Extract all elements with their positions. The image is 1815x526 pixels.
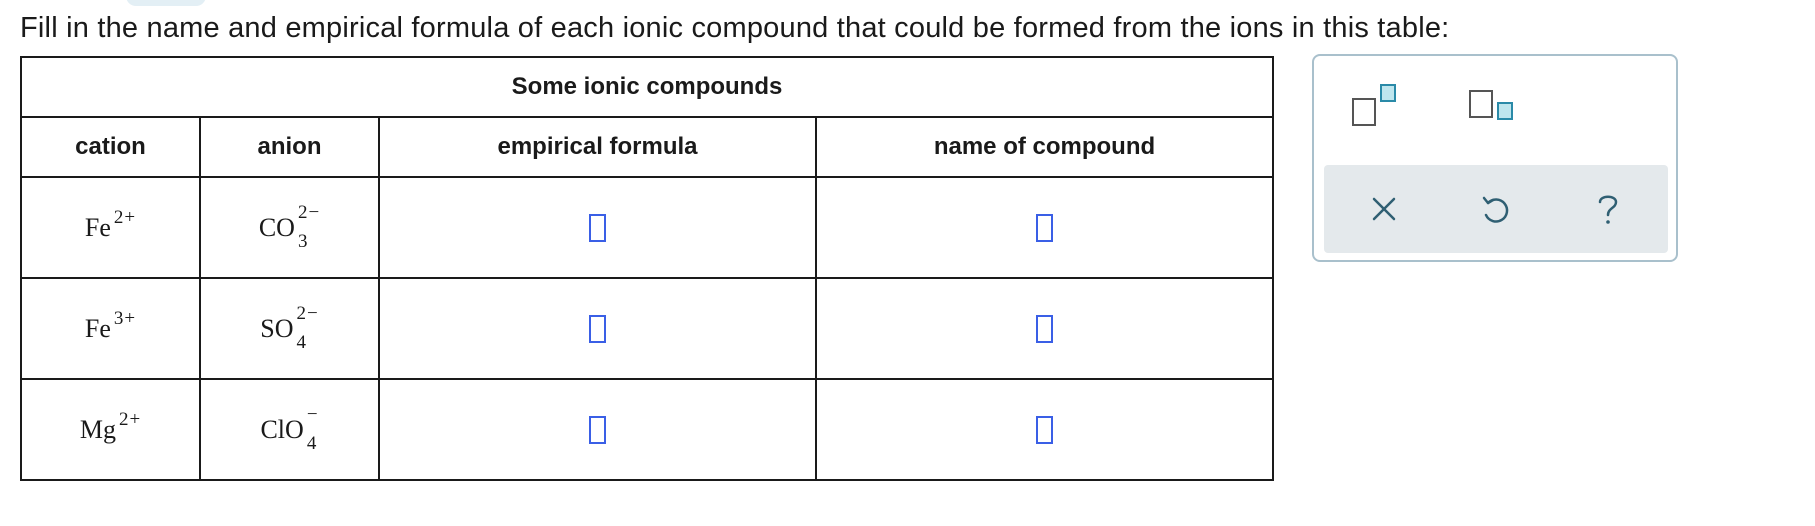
ion-charge: 2− (297, 201, 321, 223)
clear-button[interactable] (1362, 187, 1406, 231)
ion-charge: 3+ (113, 308, 137, 329)
ion-symbol: Mg (79, 414, 116, 444)
subscript-marker-icon (1497, 102, 1513, 120)
ion-symbol: SO (260, 313, 294, 343)
empirical-formula-cell (378, 176, 817, 279)
compound-name-cell (814, 277, 1275, 380)
table-row: Fe 2+ CO 2− 3 (20, 176, 1275, 279)
ion-charge: − (306, 403, 319, 425)
ionic-compounds-table: Some ionic compounds cation anion empiri… (19, 56, 1275, 481)
column-header-empirical-formula: empirical formula (378, 116, 817, 178)
anion-cell: CO 2− 3 (199, 176, 380, 279)
ion-symbol: Fe (84, 212, 111, 242)
ion-symbol: Fe (84, 313, 111, 343)
question-icon (1598, 195, 1618, 224)
table-row: Mg 2+ ClO − 4 (20, 378, 1275, 481)
anion-perchlorate: ClO − 4 (260, 405, 318, 453)
anion-cell: SO 2− 4 (199, 277, 380, 380)
ion-symbol: CO (258, 212, 295, 242)
ion-subscript: 3 (297, 230, 308, 252)
superscript-box-icon (1352, 98, 1376, 126)
column-header-name-of-compound: name of compound (814, 116, 1275, 178)
compound-name-input[interactable] (1036, 314, 1053, 343)
anion-cell: ClO − 4 (199, 378, 380, 481)
x-icon (1372, 197, 1396, 221)
subscript-box-icon (1469, 90, 1493, 118)
header-tab-fragment (126, 0, 206, 6)
compound-name-input[interactable] (1036, 415, 1053, 444)
cation-mg2: Mg 2+ (79, 410, 141, 445)
compound-name-cell (814, 176, 1275, 279)
help-button[interactable] (1586, 187, 1630, 231)
formula-toolbar (1312, 54, 1678, 262)
cation-fe3: Fe 3+ (84, 309, 136, 344)
cation-fe2: Fe 2+ (84, 208, 136, 243)
anion-carbonate: CO 2− 3 (258, 203, 320, 251)
table-caption: Some ionic compounds (19, 56, 1275, 118)
table-row: Fe 3+ SO 2− 4 (20, 277, 1275, 380)
superscript-marker-icon (1380, 84, 1396, 102)
undo-button[interactable] (1472, 187, 1516, 231)
empirical-formula-input[interactable] (589, 415, 606, 444)
ion-subscript: 4 (296, 331, 307, 353)
empirical-formula-input[interactable] (589, 314, 606, 343)
column-header-cation: cation (20, 116, 201, 178)
question-prompt: Fill in the name and empirical formula o… (20, 12, 1450, 44)
anion-sulfate: SO 2− 4 (260, 304, 318, 352)
empirical-formula-cell (378, 378, 817, 481)
empirical-formula-input[interactable] (589, 213, 606, 242)
cation-cell: Fe 3+ (20, 277, 201, 380)
cation-cell: Mg 2+ (20, 378, 201, 481)
empirical-formula-cell (378, 277, 817, 380)
undo-icon (1482, 196, 1509, 223)
compound-name-input[interactable] (1036, 213, 1053, 242)
toolbar-action-bar (1324, 165, 1668, 253)
ion-charge: 2+ (113, 207, 137, 228)
ion-charge: 2+ (118, 409, 142, 430)
compound-name-cell (814, 378, 1275, 481)
cation-cell: Fe 2+ (20, 176, 201, 279)
column-header-anion: anion (199, 116, 380, 178)
ion-subscript: 4 (306, 432, 317, 454)
ion-charge: 2− (296, 302, 319, 324)
ion-symbol: ClO (260, 414, 304, 444)
superscript-button[interactable] (1352, 84, 1408, 132)
subscript-button[interactable] (1469, 84, 1525, 132)
